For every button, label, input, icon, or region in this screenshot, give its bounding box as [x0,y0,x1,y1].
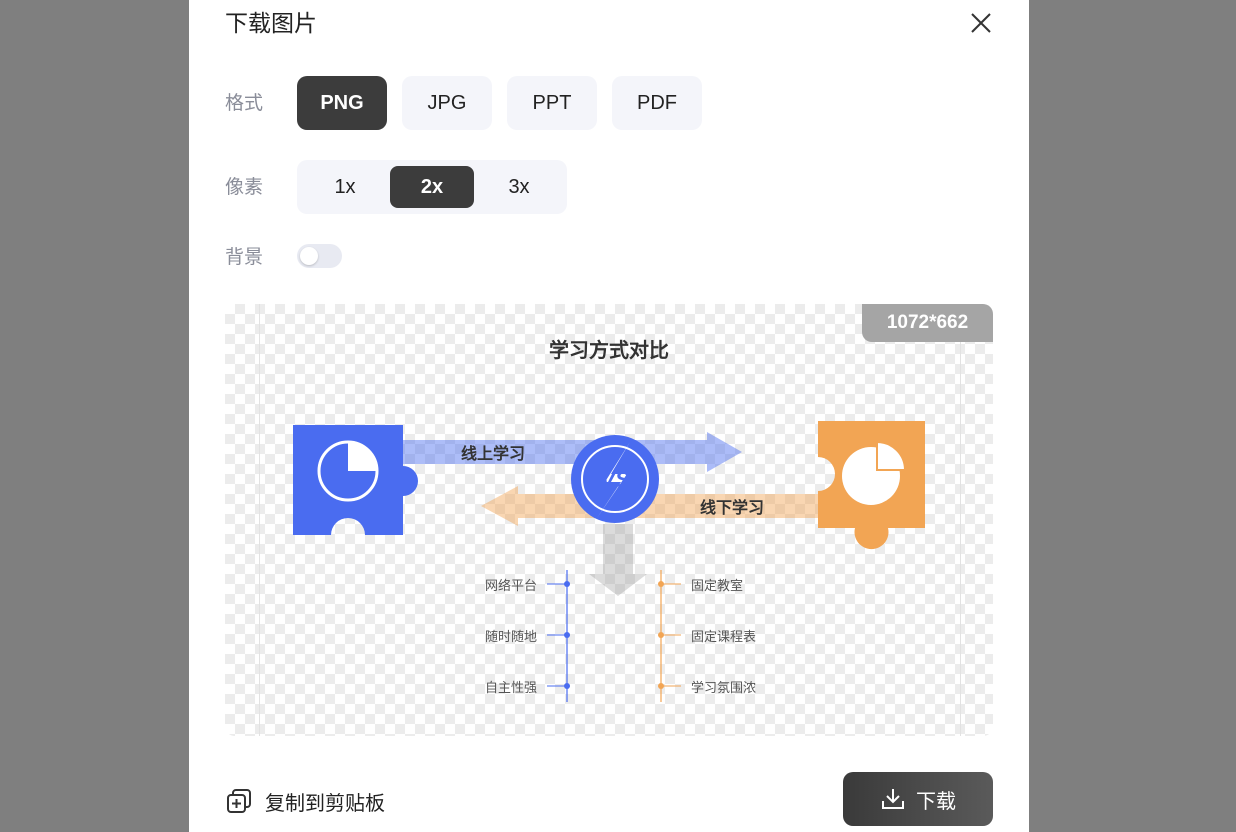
format-jpg-button[interactable]: JPG [402,76,492,130]
scale-label: 像素 [225,176,264,198]
format-png-button[interactable]: PNG [297,76,387,130]
download-icon [882,789,904,809]
offline-point: 学习氛围浓 [691,681,757,696]
down-arrow [589,524,647,596]
offline-label: 线下学习 [700,498,765,517]
online-arrow [400,432,742,472]
format-label: 格式 [225,92,264,114]
background-toggle[interactable] [297,244,342,268]
copy-label: 复制到剪贴板 [265,790,385,815]
offline-point: 固定教室 [691,579,744,594]
online-point: 网络平台 [485,579,538,594]
copy-icon [227,789,251,813]
scale-selector: 1x 2x 3x [297,160,567,214]
download-image-dialog: 下载图片 格式 PNG JPG PPT PDF 像素 1x 2x 3x 背景 1… [189,0,1029,832]
offline-point: 固定课程表 [691,630,757,645]
vs-text: VS [600,467,630,492]
comparison-diagram: VS [293,421,925,702]
copy-to-clipboard-button[interactable]: 复制到剪贴板 [225,786,385,816]
online-puzzle-piece [293,425,418,535]
scale-1x-button[interactable]: 1x [303,166,387,208]
image-preview: 1072*662 学习方式对比 VS 线上学习 线下学习 网络平台 随时随地 自… [225,304,993,736]
online-label: 线上学习 [461,444,526,463]
scale-2x-button[interactable]: 2x [390,166,474,208]
online-point: 自主性强 [485,681,538,696]
scale-3x-button[interactable]: 3x [477,166,561,208]
toggle-knob [300,247,318,265]
download-label: 下载 [916,788,956,813]
offline-puzzle-piece [818,421,925,550]
close-icon[interactable] [968,10,994,36]
format-ppt-button[interactable]: PPT [507,76,597,130]
format-pdf-button[interactable]: PDF [612,76,702,130]
background-label: 背景 [225,246,264,268]
dialog-title: 下载图片 [225,11,317,37]
online-point: 随时随地 [485,630,538,645]
download-button[interactable]: 下载 [843,772,993,826]
